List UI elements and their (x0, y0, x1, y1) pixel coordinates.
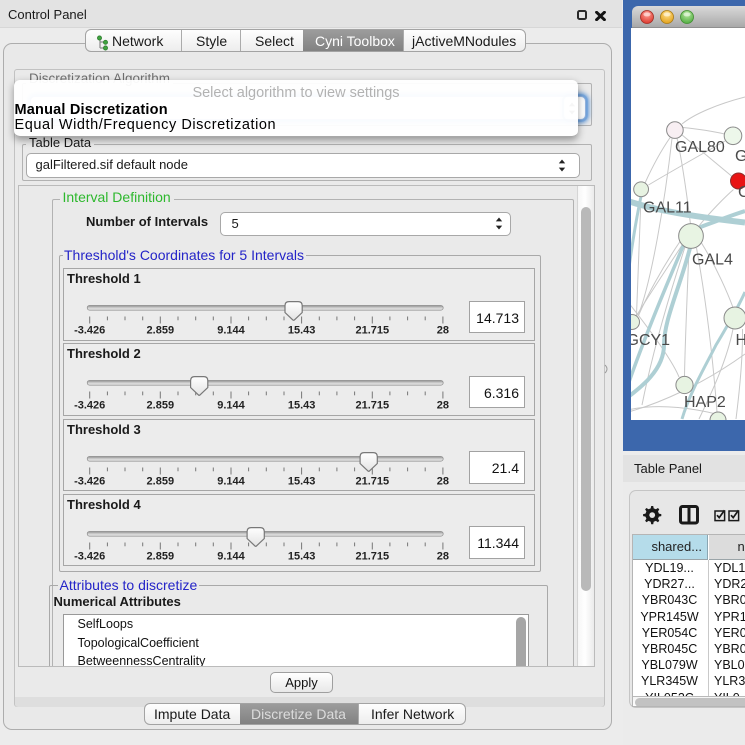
svg-text:-3.426: -3.426 (74, 475, 105, 487)
svg-text:2.859: 2.859 (147, 325, 175, 337)
svg-text:9.144: 9.144 (217, 400, 245, 412)
svg-text:28: 28 (437, 475, 449, 487)
svg-text:15.43: 15.43 (288, 325, 316, 337)
svg-text:9.144: 9.144 (217, 475, 245, 487)
svg-text:H: H (736, 332, 745, 349)
svg-text:GAL4: GAL4 (692, 252, 733, 269)
svg-text:15.43: 15.43 (288, 550, 316, 562)
svg-text:15.43: 15.43 (288, 475, 316, 487)
svg-text:2.859: 2.859 (147, 400, 175, 412)
svg-text:28: 28 (437, 400, 449, 412)
svg-text:GAL80: GAL80 (675, 139, 725, 156)
svg-text:-3.426: -3.426 (74, 400, 105, 412)
svg-text:2.859: 2.859 (147, 475, 175, 487)
svg-text:28: 28 (437, 550, 449, 562)
svg-text:GAL11: GAL11 (643, 200, 692, 217)
svg-text:15.43: 15.43 (288, 400, 316, 412)
svg-text:9.144: 9.144 (217, 550, 245, 562)
svg-text:GCY1: GCY1 (631, 332, 670, 349)
svg-text:9.144: 9.144 (217, 325, 245, 337)
svg-text:21.715: 21.715 (355, 400, 389, 412)
svg-text:C: C (738, 184, 745, 201)
svg-text:21.715: 21.715 (355, 475, 389, 487)
svg-text:G.: G. (735, 148, 745, 165)
svg-text:2.859: 2.859 (147, 550, 175, 562)
svg-text:28: 28 (437, 325, 449, 337)
svg-text:21.715: 21.715 (355, 550, 389, 562)
svg-text:HAP2: HAP2 (684, 394, 726, 411)
svg-text:-3.426: -3.426 (74, 550, 105, 562)
svg-text:-3.426: -3.426 (74, 325, 105, 337)
svg-text:21.715: 21.715 (355, 325, 389, 337)
